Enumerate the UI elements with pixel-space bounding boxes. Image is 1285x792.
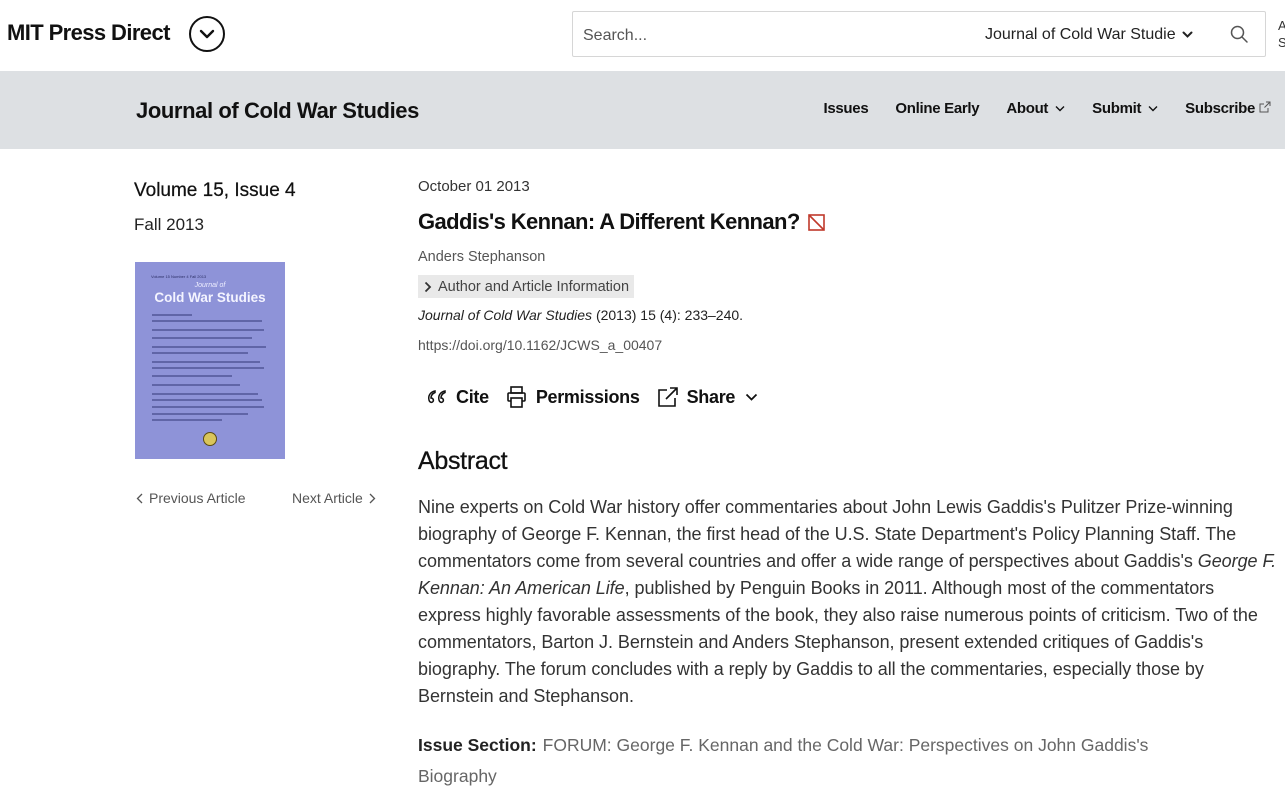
cover-toc-line: [152, 399, 262, 401]
external-link-icon: [1259, 101, 1271, 112]
next-article-link[interactable]: Next Article: [292, 490, 382, 506]
nav-issues-label: Issues: [823, 100, 869, 117]
cover-toc-line: [152, 320, 262, 322]
cite-label: Cite: [456, 386, 489, 407]
permissions-button[interactable]: Permissions: [506, 385, 640, 409]
chevron-down-icon: [1055, 106, 1065, 112]
search-scope-label: Journal of Cold War Studies: [985, 26, 1176, 43]
cover-toc-line: [152, 329, 264, 331]
cover-toc-line: [152, 352, 248, 354]
article-title: Gaddis's Kennan: A Different Kennan?: [418, 209, 825, 235]
issue-section-label: Issue Section:: [418, 735, 537, 755]
cover-toc-line: [152, 314, 192, 316]
account-link-partial[interactable]: A S: [1278, 17, 1285, 51]
doi-link[interactable]: https://doi.org/10.1162/JCWS_a_00407: [418, 337, 662, 353]
cover-header-line: Volume 15 Number 4 Fall 2013: [151, 274, 207, 279]
chevron-down-icon: [1148, 106, 1158, 112]
abstract-text-part: Nine experts on Cold War history offer c…: [418, 497, 1237, 571]
cover-toc-line: [152, 413, 248, 415]
abstract-heading: Abstract: [418, 447, 508, 475]
abstract-text: Nine experts on Cold War history offer c…: [418, 494, 1278, 710]
share-icon: [657, 386, 679, 408]
issue-season: Fall 2013: [134, 215, 204, 234]
nav-subscribe-label: Subscribe: [1185, 100, 1255, 117]
issue-volume-title[interactable]: Volume 15, Issue 4: [134, 180, 296, 202]
nav-online-early[interactable]: Online Early: [895, 100, 979, 117]
previous-article-label: Previous Article: [149, 490, 246, 506]
cover-toc-line: [152, 361, 260, 363]
nav-subscribe[interactable]: Subscribe: [1185, 100, 1271, 117]
press-emblem-icon: [203, 432, 217, 446]
journal-nav: Issues Online Early About Submit Subscri…: [796, 100, 1271, 117]
cover-toc-line: [152, 406, 264, 408]
issue-cover-image[interactable]: Volume 15 Number 4 Fall 2013 Journal of …: [135, 262, 285, 459]
chevron-down-icon: [745, 393, 758, 401]
chevron-right-icon: [369, 493, 376, 503]
next-article-label: Next Article: [292, 490, 363, 506]
nav-about[interactable]: About: [1006, 100, 1065, 117]
author-link[interactable]: Anders Stephanson: [418, 249, 545, 265]
citation-details: (2013) 15 (4): 233–240.: [592, 307, 744, 323]
publication-date: October 01 2013: [418, 178, 530, 195]
nav-online-early-label: Online Early: [895, 100, 980, 117]
nav-issues[interactable]: Issues: [823, 100, 868, 117]
no-access-icon: [807, 213, 825, 231]
chevron-left-icon: [136, 493, 143, 503]
chevron-down-icon: [1182, 31, 1193, 39]
permissions-label: Permissions: [535, 386, 640, 407]
cover-toc-line: [152, 375, 232, 377]
share-button[interactable]: Share: [657, 386, 759, 408]
quote-icon: [426, 388, 448, 406]
cover-toc-line: [152, 346, 266, 348]
citation-journal: Journal of Cold War Studies: [418, 307, 593, 323]
chevron-right-icon: [424, 281, 432, 292]
nav-submit[interactable]: Submit: [1092, 100, 1158, 117]
author-info-label: Author and Article Information: [438, 278, 630, 295]
previous-article-link[interactable]: Previous Article: [130, 490, 245, 506]
share-label: Share: [686, 386, 736, 407]
nav-submit-label: Submit: [1092, 100, 1142, 117]
cover-toc-line: [152, 384, 240, 386]
journal-title[interactable]: Journal of Cold War Studies: [136, 98, 419, 124]
article-tools: Cite Permissions Share: [426, 385, 775, 409]
cover-toc-line: [152, 393, 258, 395]
site-logo[interactable]: MIT Press Direct: [7, 20, 170, 46]
cover-toc-line: [152, 337, 252, 339]
cover-title: Cold War Studies: [154, 290, 266, 305]
cover-journal-of: Journal of: [194, 282, 226, 289]
chevron-down-icon: [199, 29, 215, 39]
cover-toc-line: [152, 367, 264, 369]
search-icon: [1230, 25, 1248, 43]
site-header: MIT Press Direct Journal of Cold War Stu…: [0, 0, 1285, 71]
journal-header: Journal of Cold War Studies Issues Onlin…: [0, 71, 1285, 149]
search-input[interactable]: [581, 21, 965, 51]
author-info-toggle[interactable]: Author and Article Information: [418, 275, 635, 298]
issue-section: Issue Section: FORUM: George F. Kennan an…: [418, 730, 1218, 792]
site-menu-toggle-button[interactable]: [189, 16, 225, 52]
nav-about-label: About: [1006, 100, 1049, 117]
search-button[interactable]: [1229, 24, 1249, 44]
article-title-text: Gaddis's Kennan: A Different Kennan?: [418, 209, 800, 234]
search-bar: Journal of Cold War Studies: [572, 11, 1266, 57]
cover-toc-line: [152, 419, 222, 421]
search-scope-select[interactable]: Journal of Cold War Studies: [985, 20, 1203, 50]
article-citation: Journal of Cold War Studies (2013) 15 (4…: [418, 307, 743, 323]
cite-button[interactable]: Cite: [426, 387, 489, 408]
printer-icon: [506, 385, 528, 409]
